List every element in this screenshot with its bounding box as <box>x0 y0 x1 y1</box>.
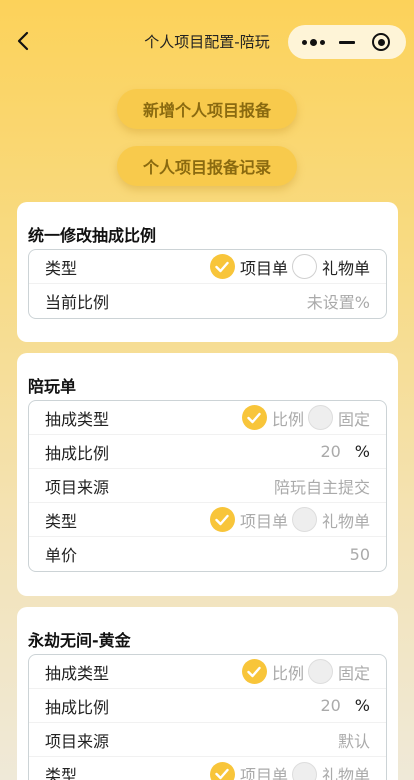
unified-ratio-table: 类型 项目单 礼物单 当前比例 未设置% <box>28 249 387 319</box>
ratio-value: 20 <box>320 442 341 461</box>
percent-unit: % <box>354 696 370 715</box>
commission-type-row: 抽成类型 比例 固定 <box>29 655 386 689</box>
peiwan-card: 陪玩单 抽成类型 比例 固定 抽成比例 20 % 项目来源 陪玩自主提交 类型 … <box>17 353 398 596</box>
unchecked-icon <box>291 761 317 780</box>
radio-project-order: 项目单 <box>209 507 288 532</box>
radio-project-order: 项目单 <box>209 761 288 780</box>
checked-icon <box>241 405 267 430</box>
checked-icon <box>209 761 235 780</box>
unchecked-icon <box>307 659 333 684</box>
unchecked-icon <box>291 254 317 279</box>
peiwan-table: 抽成类型 比例 固定 抽成比例 20 % 项目来源 陪玩自主提交 类型 项目单 … <box>28 400 387 572</box>
type-row: 类型 项目单 礼物单 <box>29 757 386 780</box>
gold-card: 永劫无间-黄金 抽成类型 比例 固定 抽成比例 20 % 项目来源 默认 类型 … <box>17 607 398 780</box>
price-value: 50 <box>349 544 370 564</box>
radio-fixed: 固定 <box>307 659 370 684</box>
source-row: 项目来源 陪玩自主提交 <box>29 469 386 503</box>
navigation-bar: 个人项目配置-陪玩 <box>0 0 414 84</box>
minimize-icon[interactable] <box>331 29 363 55</box>
checked-icon <box>241 659 267 684</box>
commission-ratio-row: 抽成比例 20 % <box>29 435 386 469</box>
ratio-value: 20 <box>320 696 341 715</box>
unchecked-icon <box>307 405 333 430</box>
unified-ratio-card: 统一修改抽成比例 类型 项目单 礼物单 当前比例 未设置% <box>17 202 398 342</box>
radio-gift-order[interactable]: 礼物单 <box>291 254 370 279</box>
source-value: 陪玩自主提交 <box>273 477 370 497</box>
radio-ratio: 比例 <box>241 405 304 430</box>
close-target-icon[interactable] <box>365 29 397 55</box>
type-label: 类型 <box>45 258 78 278</box>
radio-fixed: 固定 <box>307 405 370 430</box>
gold-table: 抽成类型 比例 固定 抽成比例 20 % 项目来源 默认 类型 项目单 礼物单 <box>28 654 387 780</box>
type-row: 类型 项目单 礼物单 <box>29 503 386 537</box>
radio-ratio: 比例 <box>241 659 304 684</box>
radio-gift-order: 礼物单 <box>291 761 370 780</box>
report-records-button[interactable]: 个人项目报备记录 <box>117 146 297 186</box>
checked-icon <box>209 507 235 532</box>
commission-ratio-row: 抽成比例 20 % <box>29 689 386 723</box>
new-report-button[interactable]: 新增个人项目报备 <box>117 89 297 129</box>
percent-unit: % <box>354 442 370 461</box>
unchecked-icon <box>291 507 317 532</box>
current-ratio-row: 当前比例 未设置% <box>29 284 386 318</box>
card-title: 永劫无间-黄金 <box>28 631 131 650</box>
checked-icon <box>209 254 235 279</box>
type-row: 类型 项目单 礼物单 <box>29 250 386 284</box>
card-title: 陪玩单 <box>28 377 77 396</box>
commission-type-row: 抽成类型 比例 固定 <box>29 401 386 435</box>
more-icon[interactable] <box>297 29 329 55</box>
card-title: 统一修改抽成比例 <box>28 226 157 245</box>
source-value: 默认 <box>337 731 370 751</box>
current-ratio-value[interactable]: 未设置% <box>307 289 370 313</box>
source-row: 项目来源 默认 <box>29 723 386 757</box>
unit-price-row: 单价 50 <box>45 544 370 566</box>
radio-project-order[interactable]: 项目单 <box>209 254 288 279</box>
radio-gift-order: 礼物单 <box>291 507 370 532</box>
mini-program-capsule <box>288 25 406 59</box>
